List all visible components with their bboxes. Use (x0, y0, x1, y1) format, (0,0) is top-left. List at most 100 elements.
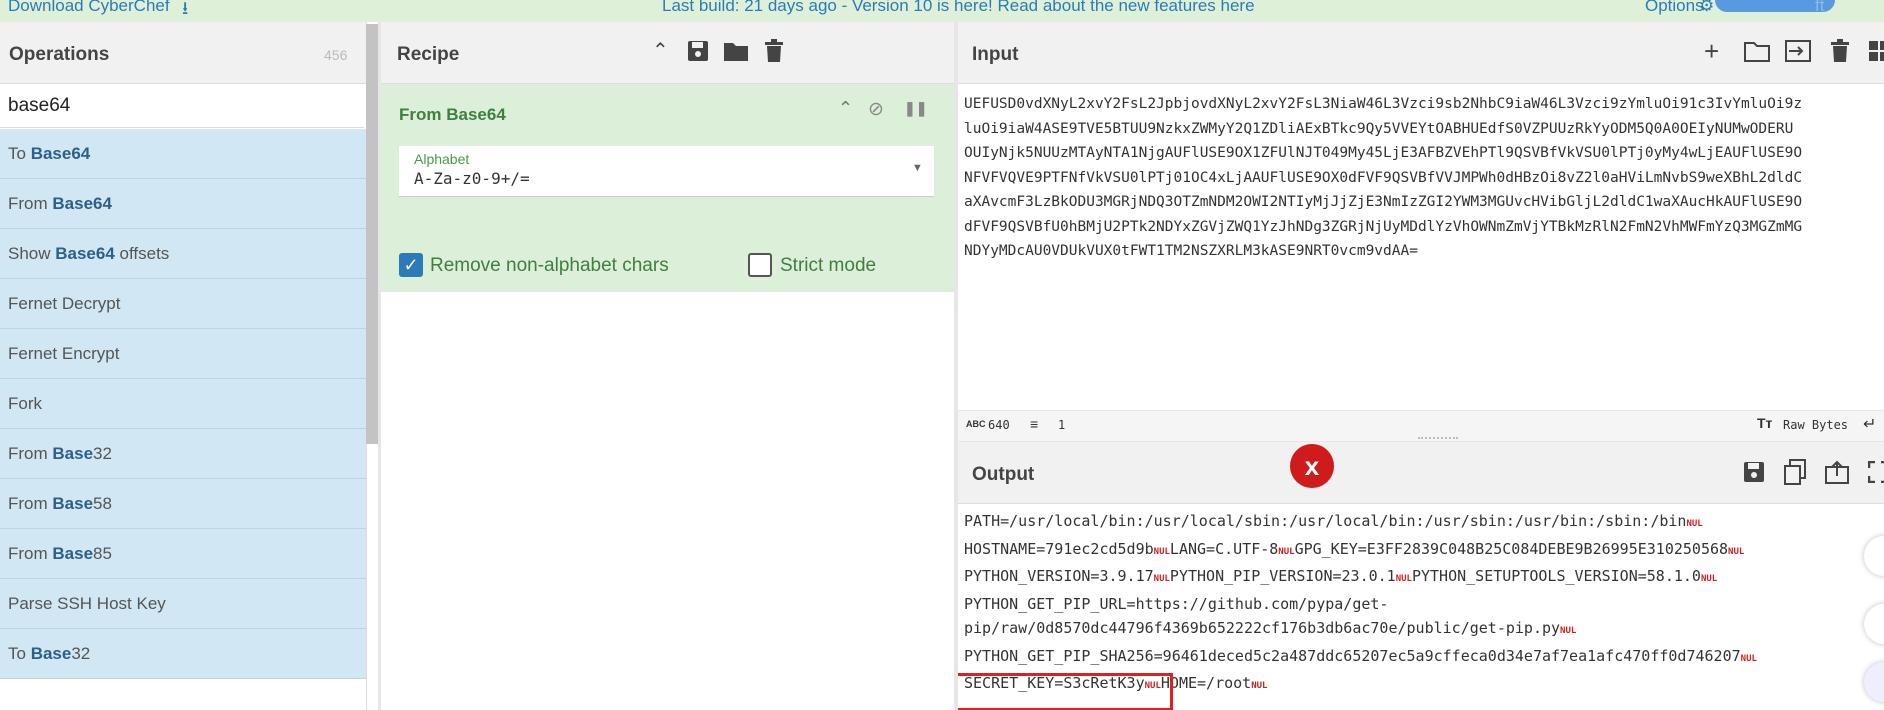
abc-icon: ABC (966, 419, 986, 429)
io-panel: Input + UEFUSD0vdXNyL2xvY2FsL2JpbjovdXNy… (958, 22, 1884, 710)
nul-glyph: NUL (1740, 653, 1757, 664)
operations-scrollbar[interactable] (366, 24, 378, 444)
banner-trailing-text: ft (1815, 0, 1825, 15)
lines-icon: ≡ (1030, 416, 1039, 432)
trash-icon[interactable] (764, 39, 784, 63)
folder-icon[interactable] (723, 40, 749, 62)
copy-icon[interactable] (1784, 459, 1806, 485)
nul-glyph: NUL (1153, 546, 1170, 557)
text-encoding-icon[interactable]: Tт (1757, 415, 1772, 431)
operation-item-match: Base (52, 444, 94, 463)
operation-item[interactable]: From Base58 (0, 479, 366, 529)
output-textarea[interactable]: PATH=/usr/local/bin:/usr/local/sbin:/usr… (964, 509, 1884, 699)
operation-item-label: From (8, 544, 53, 563)
input-line: aXAvcmF3LzBkODU3MGRjNDQ3OTZmNDM2OWI2NTIy… (964, 194, 1803, 210)
from-base64-operation: From Base64 ⌃ ⊘ ❚❚ Alphabet A-Za-z0-9+/=… (381, 84, 954, 292)
layout-icon[interactable] (1868, 40, 1884, 62)
operation-item-label: To (8, 644, 31, 663)
output-segment: LANG=C.UTF-8 (1169, 539, 1279, 558)
input-line: OUIyNjk5NUUzMTAyNTA1NjgAUFlUSE9OX1ZFUlNJ… (964, 145, 1803, 161)
top-banner: Download CyberChef ⭳ Last build: 21 days… (0, 0, 1884, 22)
recipe-panel: Recipe ⌃ From Base64 ⌃ ⊘ ❚❚ Alphabet A-Z… (381, 22, 954, 710)
operation-item-match: Base64 (55, 244, 115, 263)
options-link[interactable]: Options (1645, 0, 1704, 16)
output-line: PYTHON_GET_PIP_SHA256=96461deced5c2a487d… (964, 644, 1884, 672)
operation-item-suffix: 32 (71, 644, 91, 663)
operations-title: Operations (9, 44, 110, 65)
add-tab-icon[interactable]: + (1704, 36, 1719, 67)
eol-icon[interactable]: ↵ (1863, 414, 1876, 434)
download-link[interactable]: Download CyberChef (8, 0, 170, 16)
maximize-icon[interactable] (1868, 461, 1884, 483)
input-textarea[interactable]: UEFUSD0vdXNyL2xvY2FsL2JpbjovdXNyL2xvY2Fs… (964, 92, 1884, 264)
operations-panel: Operations 456 To Base64From Base64Show … (0, 22, 367, 710)
operation-item-label: From (8, 494, 53, 513)
operation-item-match: Base64 (52, 194, 112, 213)
operation-item[interactable]: From Base85 (0, 529, 366, 579)
pause-icon[interactable]: ❚❚ (904, 100, 927, 117)
save-output-icon[interactable] (1743, 461, 1765, 483)
operation-item[interactable]: From Base32 (0, 429, 366, 479)
operation-item[interactable]: Fernet Decrypt (0, 279, 366, 329)
operation-item[interactable]: To Base32 (0, 629, 366, 679)
strict-mode-checkbox[interactable] (748, 253, 772, 277)
operation-item[interactable]: From Base64 (0, 179, 366, 229)
output-segment: PYTHON_VERSION=3.9.17 (964, 567, 1154, 585)
disable-icon[interactable]: ⊘ (868, 98, 884, 121)
remove-non-alphabet-label[interactable]: Remove non-alphabet chars (430, 255, 669, 277)
operation-item[interactable]: Fernet Encrypt (0, 329, 366, 379)
operation-item-suffix: 85 (93, 544, 112, 563)
save-icon[interactable] (687, 40, 709, 62)
chevron-up-icon[interactable]: ⌃ (652, 38, 669, 63)
operation-item-suffix: offsets (114, 244, 170, 263)
remove-non-alphabet-checkbox[interactable]: ✓ (399, 253, 423, 277)
operation-item-match: Base (52, 544, 94, 563)
output-segment: HOME=/root (1160, 674, 1252, 692)
operation-item-label: From (8, 444, 53, 463)
load-file-icon[interactable] (1785, 40, 1811, 62)
output-header: Output (958, 442, 1884, 504)
nul-glyph: NUL (1278, 546, 1295, 557)
open-folder-icon[interactable] (1744, 40, 1770, 62)
output-line: PATH=/usr/local/bin:/usr/local/sbin:/usr… (964, 509, 1884, 537)
replace-input-icon[interactable] (1825, 460, 1849, 484)
build-message-link[interactable]: Last build: 21 days ago - Version 10 is … (662, 0, 1255, 16)
operations-list: To Base64 From Base64 Show Base64 offsets F… (0, 129, 366, 679)
strict-mode-label[interactable]: Strict mode (780, 255, 876, 277)
operation-item-label: Fernet Encrypt (8, 344, 120, 363)
output-segment: GPG_KEY=E3FF2839C048B25C084DEBE9B26995E3… (1294, 539, 1729, 558)
operation-item[interactable]: Show Base64 offsets (0, 229, 366, 279)
clear-input-icon[interactable] (1830, 39, 1850, 63)
nul-glyph: NUL (1153, 574, 1170, 584)
recipe-header: Recipe ⌃ (381, 22, 954, 84)
alphabet-label: Alphabet (414, 151, 470, 167)
operation-item[interactable]: Fork (0, 379, 366, 429)
output-line: PYTHON_VERSION=3.9.17NULPYTHON_PIP_VERSI… (964, 564, 1884, 592)
operations-count: 456 (324, 47, 348, 63)
output-line: HOSTNAME=791ec2cd5d9bNULLANG=C.UTF-8NULG… (964, 537, 1884, 565)
nul-glyph: NUL (1560, 626, 1577, 636)
input-line: NDYyMDcAU0VDUkVUX0tFWT1TM2NSZXRLM3kASE9N… (964, 243, 1418, 259)
encoding-label[interactable]: Raw Bytes (1783, 418, 1848, 432)
output-line: pip/raw/0d8570dc44796f4369b652222cf176b3… (964, 616, 1884, 644)
operation-item-label: Show (8, 244, 56, 263)
nul-glyph: NUL (1700, 574, 1718, 584)
input-title: Input (972, 44, 1019, 65)
output-segment: pip/raw/0d8570dc44796f4369b652222cf176b3… (964, 619, 1561, 637)
download-icon[interactable]: ⭳ (182, 0, 188, 22)
chevron-down-icon[interactable]: ▼ (912, 162, 923, 174)
operations-search-input[interactable] (0, 84, 364, 128)
alphabet-select[interactable]: Alphabet A-Za-z0-9+/= ▼ (399, 146, 934, 197)
nul-glyph: NUL (1395, 574, 1412, 584)
operation-item-suffix: 58 (93, 494, 112, 513)
operation-item[interactable]: To Base64 (0, 129, 366, 179)
operation-item-label: Parse SSH Host Key (8, 594, 166, 613)
output-segment: PATH=/usr/local/bin:/usr/local/sbin:/usr… (964, 512, 1687, 530)
operation-item[interactable]: Parse SSH Host Key (0, 579, 366, 629)
output-line: PYTHON_GET_PIP_URL=https://github.com/py… (964, 592, 1884, 617)
alphabet-value: A-Za-z0-9+/= (414, 169, 530, 188)
line-count: 1 (1058, 418, 1066, 432)
recipe-title: Recipe (397, 44, 460, 65)
collapse-icon[interactable]: ⌃ (838, 98, 853, 119)
gear-icon[interactable]: ⚙ (1699, 0, 1714, 16)
